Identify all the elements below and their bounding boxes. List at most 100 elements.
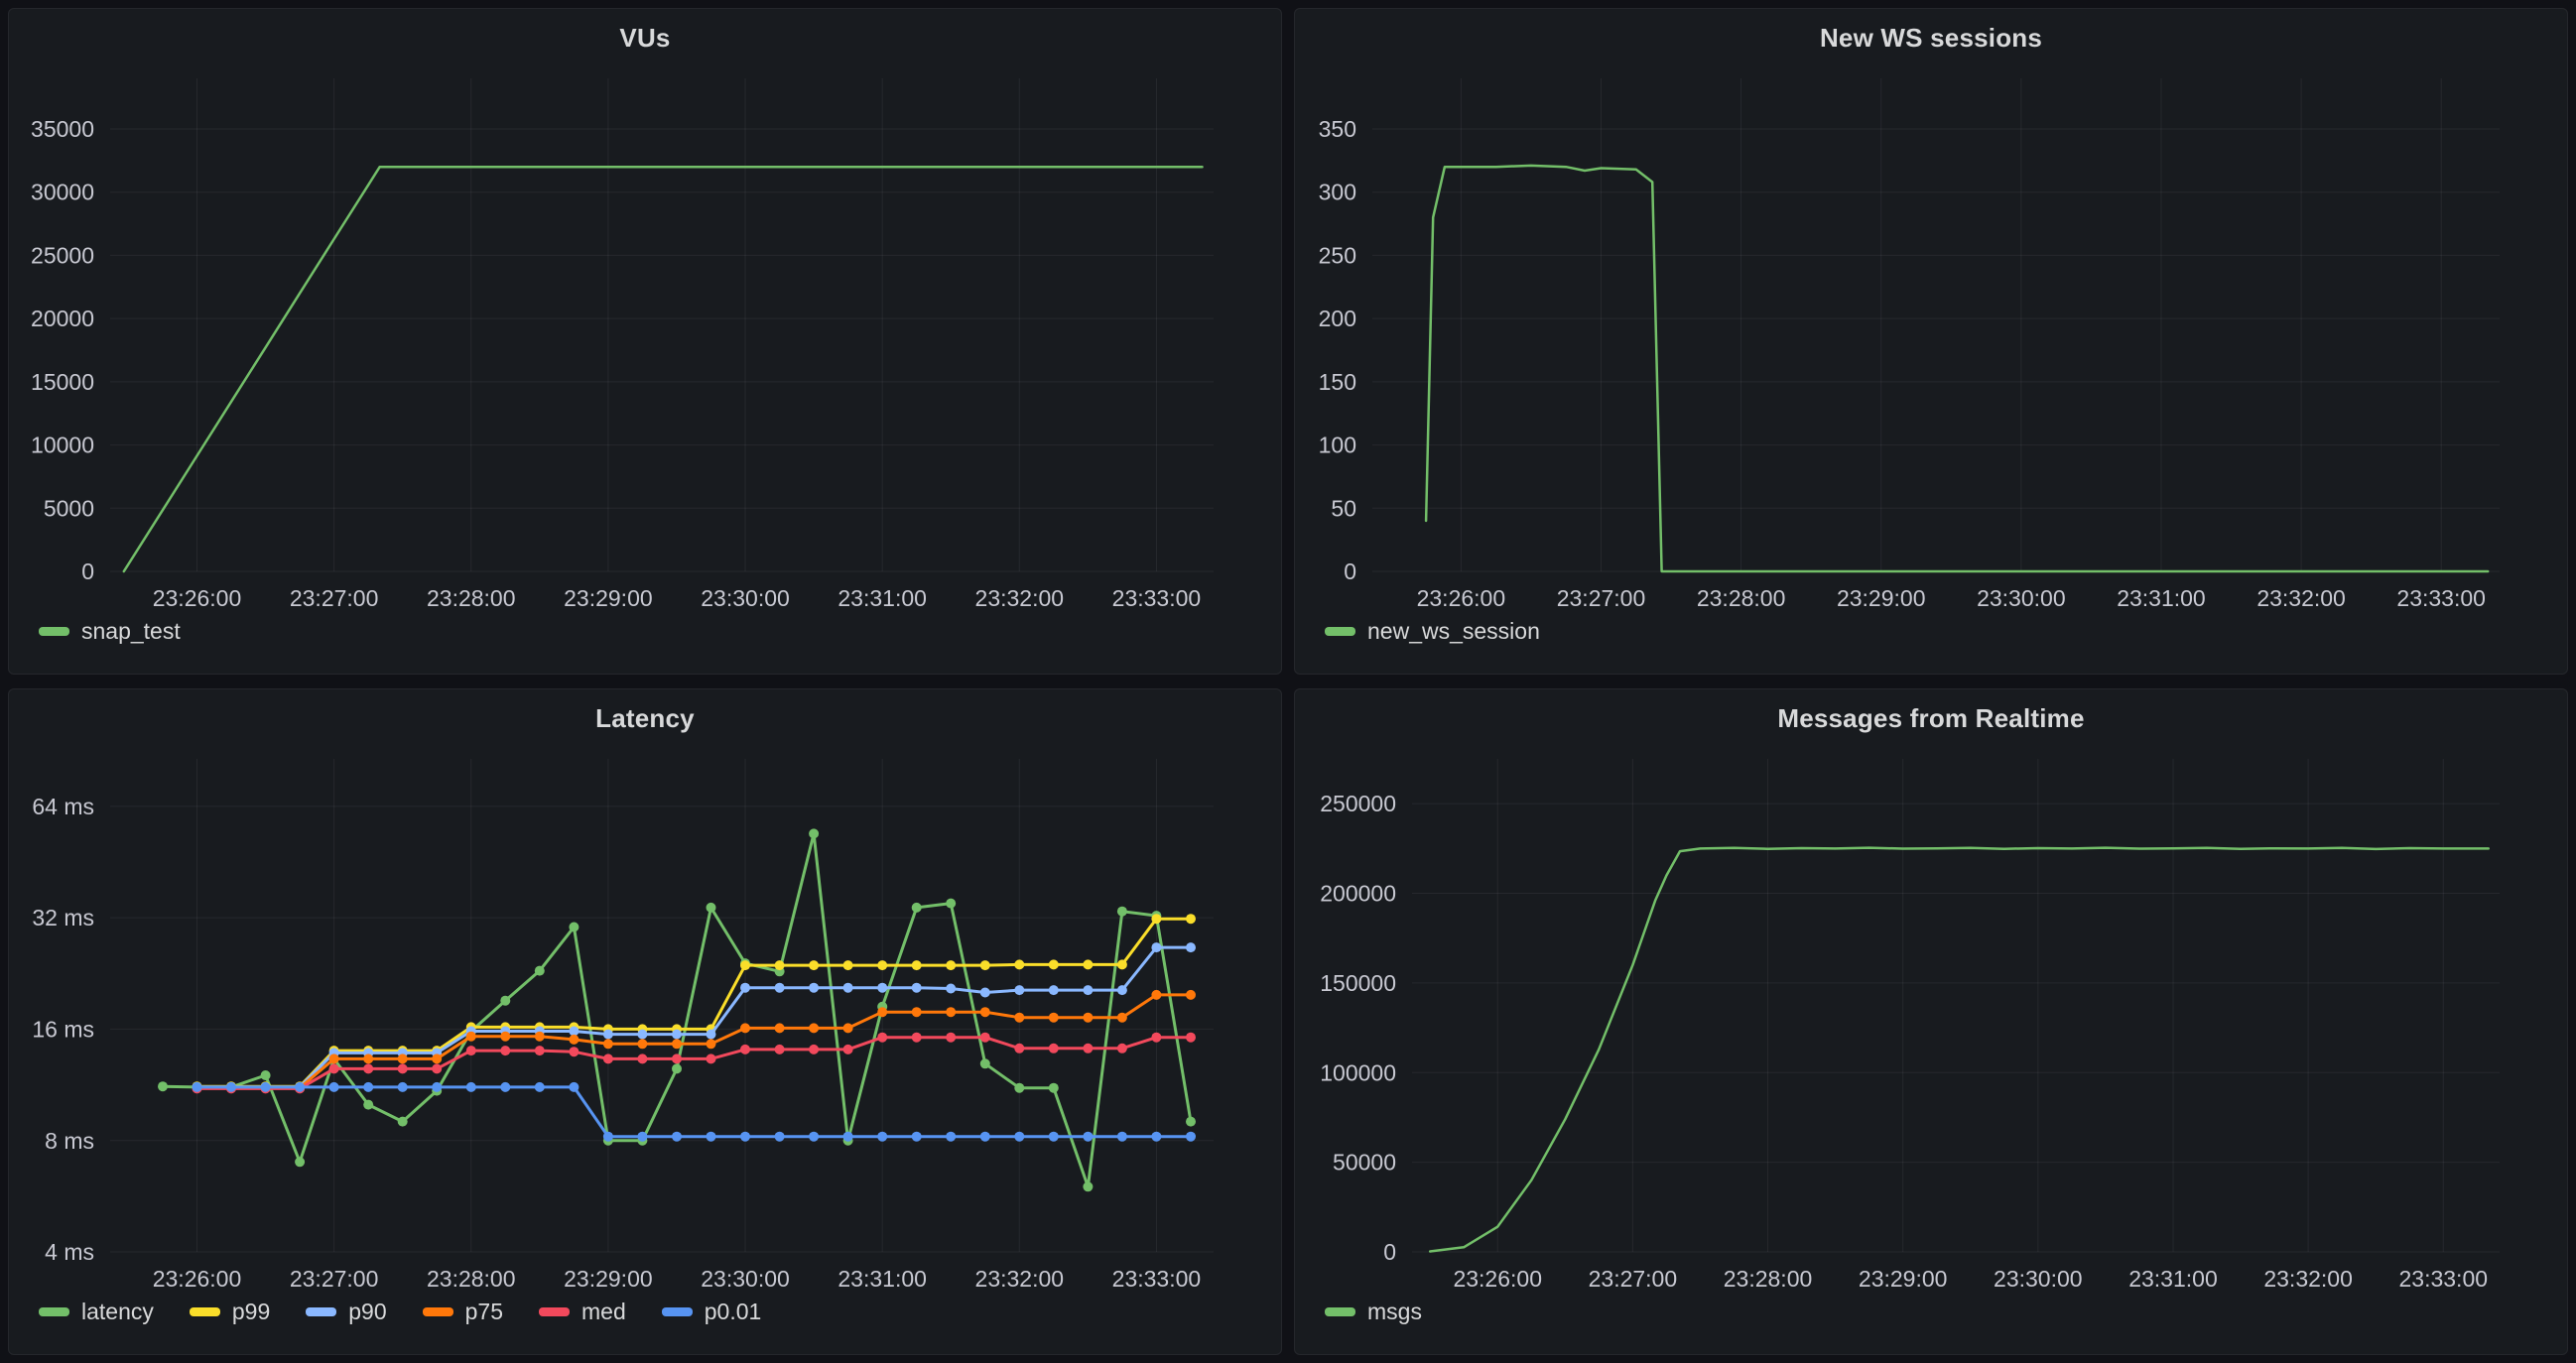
y-tick-label: 50000 bbox=[1333, 1150, 1396, 1176]
legend-item-med[interactable]: med bbox=[539, 1301, 626, 1323]
x-tick-label: 23:28:00 bbox=[427, 585, 516, 611]
vus-plot-area[interactable]: 0500010000150002000025000300003500023:26… bbox=[9, 9, 1283, 676]
y-tick-label: 150000 bbox=[1320, 970, 1396, 996]
x-tick-label: 23:26:00 bbox=[153, 585, 242, 611]
legend-label: latency bbox=[81, 1301, 154, 1323]
series-point-p90 bbox=[946, 984, 956, 994]
series-point-p99 bbox=[843, 960, 853, 970]
series-point-p0.01 bbox=[946, 1132, 956, 1142]
x-tick-label: 23:31:00 bbox=[837, 585, 927, 611]
legend-item-snap_test[interactable]: snap_test bbox=[39, 620, 181, 643]
series-point-med bbox=[603, 1053, 613, 1063]
y-tick-label: 100 bbox=[1319, 433, 1356, 458]
legend-item-latency[interactable]: latency bbox=[39, 1301, 154, 1323]
series-point-p75 bbox=[912, 1007, 922, 1017]
series-point-med bbox=[637, 1053, 647, 1063]
series-point-p99 bbox=[1049, 959, 1059, 969]
legend-swatch-icon bbox=[423, 1307, 453, 1316]
series-point-p75 bbox=[740, 1023, 750, 1033]
legend-label: p75 bbox=[465, 1301, 503, 1323]
series-point-p90 bbox=[912, 983, 922, 993]
y-tick-label: 30000 bbox=[31, 180, 94, 205]
legend-item-msgs[interactable]: msgs bbox=[1325, 1301, 1422, 1323]
series-msgs bbox=[1430, 848, 2489, 1252]
series-point-p0.01 bbox=[500, 1082, 510, 1092]
series-point-med bbox=[672, 1053, 682, 1063]
legend-label: p0.01 bbox=[705, 1301, 762, 1323]
series-point-p75 bbox=[363, 1053, 373, 1063]
series-point-p99 bbox=[809, 960, 819, 970]
legend-item-p90[interactable]: p90 bbox=[306, 1301, 386, 1323]
series-point-med bbox=[843, 1045, 853, 1054]
x-tick-label: 23:32:00 bbox=[2256, 585, 2346, 611]
legend-label: p90 bbox=[348, 1301, 386, 1323]
x-tick-label: 23:30:00 bbox=[1977, 585, 2066, 611]
series-point-p90 bbox=[980, 988, 990, 998]
dashboard: VUs 050001000015000200002500030000350002… bbox=[0, 0, 2576, 1363]
y-tick-label: 16 ms bbox=[32, 1016, 94, 1042]
x-tick-label: 23:26:00 bbox=[153, 1266, 242, 1292]
legend-label: msgs bbox=[1367, 1301, 1422, 1323]
series-point-latency bbox=[707, 903, 716, 913]
panel-latency: Latency 4 ms8 ms16 ms32 ms64 ms23:26:002… bbox=[8, 688, 1282, 1355]
series-point-latency bbox=[500, 996, 510, 1006]
series-point-latency bbox=[1117, 907, 1127, 917]
messages-from-realtime-plot-area[interactable]: 05000010000015000020000025000023:26:0023… bbox=[1295, 689, 2569, 1356]
series-point-p75 bbox=[432, 1053, 442, 1063]
series-point-p75 bbox=[1014, 1013, 1024, 1023]
legend-item-p75[interactable]: p75 bbox=[423, 1301, 503, 1323]
series-point-p0.01 bbox=[603, 1132, 613, 1142]
new-ws-sessions-plot-area[interactable]: 05010015020025030035023:26:0023:27:0023:… bbox=[1295, 9, 2569, 676]
series-snap_test bbox=[124, 167, 1203, 571]
series-point-med bbox=[775, 1045, 785, 1054]
series-point-p90 bbox=[672, 1030, 682, 1040]
x-tick-label: 23:26:00 bbox=[1453, 1266, 1542, 1292]
series-point-p0.01 bbox=[432, 1082, 442, 1092]
series-point-p90 bbox=[775, 983, 785, 993]
series-point-p0.01 bbox=[912, 1132, 922, 1142]
series-point-med bbox=[980, 1033, 990, 1043]
series-point-latency bbox=[1049, 1083, 1059, 1093]
series-point-p0.01 bbox=[1083, 1132, 1093, 1142]
legend-swatch-icon bbox=[1325, 1307, 1355, 1316]
series-point-p75 bbox=[535, 1032, 545, 1042]
series-point-p0.01 bbox=[809, 1132, 819, 1142]
series-point-p90 bbox=[1049, 985, 1059, 995]
series-point-p90 bbox=[809, 983, 819, 993]
series-point-p99 bbox=[1117, 959, 1127, 969]
series-point-p0.01 bbox=[193, 1082, 202, 1092]
series-point-latency bbox=[363, 1100, 373, 1110]
series-point-p75 bbox=[569, 1035, 579, 1045]
series-point-p90 bbox=[603, 1030, 613, 1040]
y-tick-label: 8 ms bbox=[45, 1128, 94, 1154]
series-point-p75 bbox=[877, 1007, 887, 1017]
series-point-p90 bbox=[1014, 985, 1024, 995]
series-point-p0.01 bbox=[1049, 1132, 1059, 1142]
latency-legend: latency p99 p90 p75 med p0.01 bbox=[39, 1301, 761, 1323]
y-tick-label: 250 bbox=[1319, 242, 1356, 268]
x-tick-label: 23:28:00 bbox=[1697, 585, 1786, 611]
latency-plot-area[interactable]: 4 ms8 ms16 ms32 ms64 ms23:26:0023:27:002… bbox=[9, 689, 1283, 1356]
x-tick-label: 23:29:00 bbox=[564, 1266, 653, 1292]
legend-item-new_ws_session[interactable]: new_ws_session bbox=[1325, 620, 1540, 643]
x-tick-label: 23:32:00 bbox=[975, 585, 1065, 611]
series-point-p75 bbox=[809, 1023, 819, 1033]
y-tick-label: 100000 bbox=[1320, 1059, 1396, 1085]
series-point-p0.01 bbox=[740, 1132, 750, 1142]
series-point-p90 bbox=[740, 983, 750, 993]
y-tick-label: 0 bbox=[1344, 558, 1356, 584]
series-point-p75 bbox=[946, 1007, 956, 1017]
legend-item-p0.01[interactable]: p0.01 bbox=[662, 1301, 762, 1323]
x-tick-label: 23:32:00 bbox=[2263, 1266, 2353, 1292]
y-tick-label: 350 bbox=[1319, 116, 1356, 142]
series-point-latency bbox=[1186, 1117, 1196, 1127]
legend-label: new_ws_session bbox=[1367, 620, 1540, 643]
series-point-p0.01 bbox=[295, 1082, 305, 1092]
series-point-p75 bbox=[1049, 1013, 1059, 1023]
legend-item-p99[interactable]: p99 bbox=[190, 1301, 270, 1323]
series-point-med bbox=[1117, 1044, 1127, 1053]
x-tick-label: 23:28:00 bbox=[427, 1266, 516, 1292]
series-point-p75 bbox=[637, 1039, 647, 1049]
y-tick-label: 20000 bbox=[31, 306, 94, 331]
x-tick-label: 23:29:00 bbox=[1859, 1266, 1948, 1292]
